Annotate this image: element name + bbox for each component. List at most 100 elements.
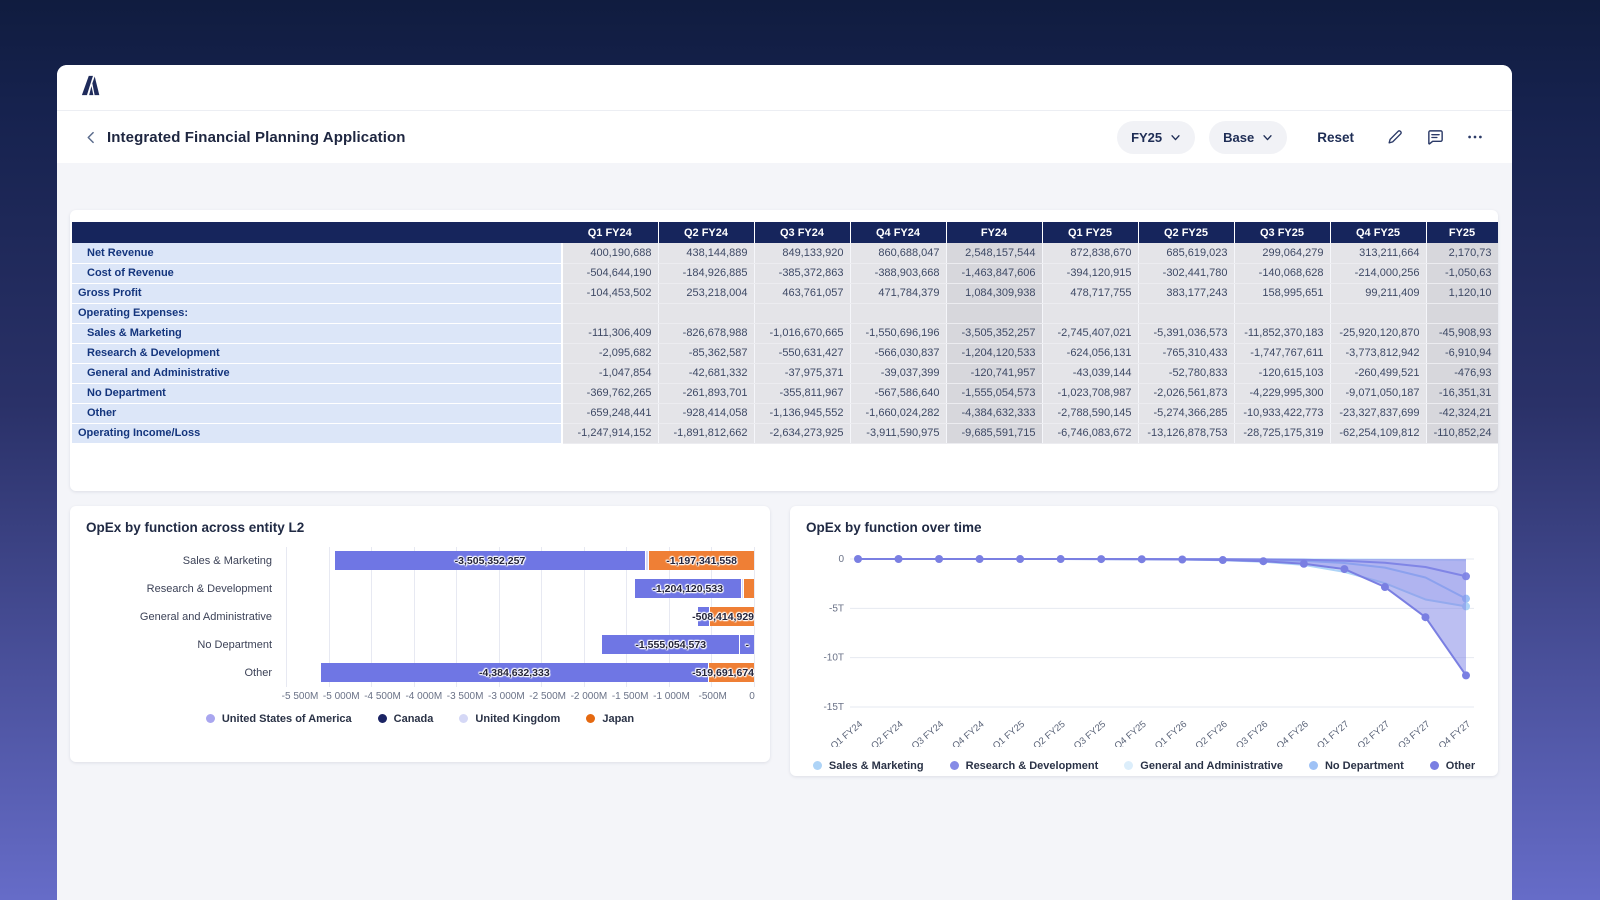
grid-cell[interactable]: 1,120,10 <box>1426 283 1498 303</box>
grid-cell[interactable]: -62,254,109,812 <box>1330 423 1426 443</box>
grid-cell[interactable]: -23,327,837,699 <box>1330 403 1426 423</box>
more-ellipsis-icon[interactable] <box>1462 124 1488 150</box>
grid-cell[interactable]: 463,761,057 <box>754 283 850 303</box>
grid-cell[interactable]: -85,362,587 <box>658 343 754 363</box>
grid-cell[interactable]: -659,248,441 <box>562 403 658 423</box>
grid-cell[interactable]: 158,995,651 <box>1234 283 1330 303</box>
comment-icon[interactable] <box>1422 124 1448 150</box>
grid-cell[interactable]: -394,120,915 <box>1042 263 1138 283</box>
grid-cell[interactable]: -504,644,190 <box>562 263 658 283</box>
grid-cell[interactable]: -1,463,847,606 <box>946 263 1042 283</box>
row-label[interactable]: Sales & Marketing <box>72 323 562 343</box>
grid-cell[interactable]: 400,190,688 <box>562 243 658 263</box>
financial-table-card[interactable]: Q1 FY24Q2 FY24Q3 FY24Q4 FY24FY24Q1 FY25Q… <box>70 210 1498 491</box>
grid-cell[interactable]: -120,741,957 <box>946 363 1042 383</box>
grid-cell[interactable]: -1,204,120,533 <box>946 343 1042 363</box>
grid-cell[interactable]: -110,852,24 <box>1426 423 1498 443</box>
grid-cell[interactable]: -1,747,767,611 <box>1234 343 1330 363</box>
grid-cell[interactable]: 478,717,755 <box>1042 283 1138 303</box>
row-label[interactable]: Net Revenue <box>72 243 562 263</box>
grid-cell[interactable]: -39,037,399 <box>850 363 946 383</box>
grid-cell[interactable]: -476,93 <box>1426 363 1498 383</box>
grid-cell[interactable]: -25,920,120,870 <box>1330 323 1426 343</box>
row-label[interactable]: Gross Profit <box>72 283 562 303</box>
grid-cell[interactable]: -624,056,131 <box>1042 343 1138 363</box>
row-label[interactable]: Cost of Revenue <box>72 263 562 283</box>
grid-cell[interactable]: -1,050,63 <box>1426 263 1498 283</box>
grid-cell[interactable]: 313,211,664 <box>1330 243 1426 263</box>
grid-cell[interactable]: -11,852,370,183 <box>1234 323 1330 343</box>
grid-cell[interactable]: -1,891,812,662 <box>658 423 754 443</box>
version-dropdown[interactable]: Base <box>1209 121 1287 154</box>
grid-cell[interactable]: -1,555,054,573 <box>946 383 1042 403</box>
grid-cell[interactable]: -3,773,812,942 <box>1330 343 1426 363</box>
grid-cell[interactable]: -13,126,878,753 <box>1138 423 1234 443</box>
grid-cell[interactable]: -826,678,988 <box>658 323 754 343</box>
grid-cell[interactable]: -6,746,083,672 <box>1042 423 1138 443</box>
grid-cell[interactable]: -6,910,94 <box>1426 343 1498 363</box>
row-label[interactable]: Other <box>72 403 562 423</box>
grid-cell[interactable]: -43,039,144 <box>1042 363 1138 383</box>
grid-cell[interactable]: -550,631,427 <box>754 343 850 363</box>
row-label[interactable]: Operating Income/Loss <box>72 423 562 443</box>
grid-cell[interactable]: -3,505,352,257 <box>946 323 1042 343</box>
grid-cell[interactable] <box>850 303 946 323</box>
row-label[interactable]: Operating Expenses: <box>72 303 562 323</box>
grid-cell[interactable] <box>562 303 658 323</box>
grid-cell[interactable]: -42,681,332 <box>658 363 754 383</box>
grid-cell[interactable]: -1,136,945,552 <box>754 403 850 423</box>
grid-cell[interactable]: -104,453,502 <box>562 283 658 303</box>
grid-cell[interactable]: -1,023,708,987 <box>1042 383 1138 403</box>
grid-cell[interactable]: 872,838,670 <box>1042 243 1138 263</box>
grid-cell[interactable]: -388,903,668 <box>850 263 946 283</box>
grid-cell[interactable]: -928,414,058 <box>658 403 754 423</box>
grid-cell[interactable] <box>1234 303 1330 323</box>
edit-pencil-icon[interactable] <box>1382 124 1408 150</box>
grid-cell[interactable]: -765,310,433 <box>1138 343 1234 363</box>
grid-cell[interactable]: 860,688,047 <box>850 243 946 263</box>
grid-cell[interactable]: -260,499,521 <box>1330 363 1426 383</box>
grid-cell[interactable]: -2,745,407,021 <box>1042 323 1138 343</box>
grid-cell[interactable]: -261,893,701 <box>658 383 754 403</box>
period-dropdown[interactable]: FY25 <box>1117 121 1195 154</box>
grid-cell[interactable]: -2,095,682 <box>562 343 658 363</box>
grid-cell[interactable]: -566,030,837 <box>850 343 946 363</box>
grid-cell[interactable]: -52,780,833 <box>1138 363 1234 383</box>
grid-cell[interactable]: -1,550,696,196 <box>850 323 946 343</box>
row-label[interactable]: No Department <box>72 383 562 403</box>
grid-cell[interactable]: -1,016,670,665 <box>754 323 850 343</box>
grid-cell[interactable]: 1,084,309,938 <box>946 283 1042 303</box>
grid-cell[interactable]: -5,274,366,285 <box>1138 403 1234 423</box>
grid-cell[interactable]: -140,068,628 <box>1234 263 1330 283</box>
grid-cell[interactable]: -5,391,036,573 <box>1138 323 1234 343</box>
grid-cell[interactable]: 849,133,920 <box>754 243 850 263</box>
grid-cell[interactable]: 685,619,023 <box>1138 243 1234 263</box>
grid-cell[interactable]: -567,586,640 <box>850 383 946 403</box>
grid-cell[interactable]: 2,548,157,544 <box>946 243 1042 263</box>
grid-cell[interactable]: -4,229,995,300 <box>1234 383 1330 403</box>
grid-cell[interactable]: -184,926,885 <box>658 263 754 283</box>
grid-cell[interactable]: 438,144,889 <box>658 243 754 263</box>
grid-cell[interactable]: -355,811,967 <box>754 383 850 403</box>
grid-cell[interactable]: 471,784,379 <box>850 283 946 303</box>
row-label[interactable]: General and Administrative <box>72 363 562 383</box>
grid-cell[interactable] <box>1042 303 1138 323</box>
grid-cell[interactable]: -111,306,409 <box>562 323 658 343</box>
grid-cell[interactable]: -4,384,632,333 <box>946 403 1042 423</box>
grid-cell[interactable]: -3,911,590,975 <box>850 423 946 443</box>
grid-cell[interactable]: -2,634,273,925 <box>754 423 850 443</box>
grid-cell[interactable] <box>1330 303 1426 323</box>
grid-cell[interactable]: -2,026,561,873 <box>1138 383 1234 403</box>
back-chevron-icon[interactable] <box>81 127 101 147</box>
grid-cell[interactable]: -385,372,863 <box>754 263 850 283</box>
grid-cell[interactable]: 299,064,279 <box>1234 243 1330 263</box>
grid-cell[interactable] <box>1426 303 1498 323</box>
grid-cell[interactable] <box>754 303 850 323</box>
grid-cell[interactable]: -16,351,31 <box>1426 383 1498 403</box>
grid-cell[interactable]: -120,615,103 <box>1234 363 1330 383</box>
grid-cell[interactable]: -1,047,854 <box>562 363 658 383</box>
grid-cell[interactable]: -2,788,590,145 <box>1042 403 1138 423</box>
grid-cell[interactable] <box>658 303 754 323</box>
grid-cell[interactable]: -42,324,21 <box>1426 403 1498 423</box>
grid-cell[interactable]: 99,211,409 <box>1330 283 1426 303</box>
